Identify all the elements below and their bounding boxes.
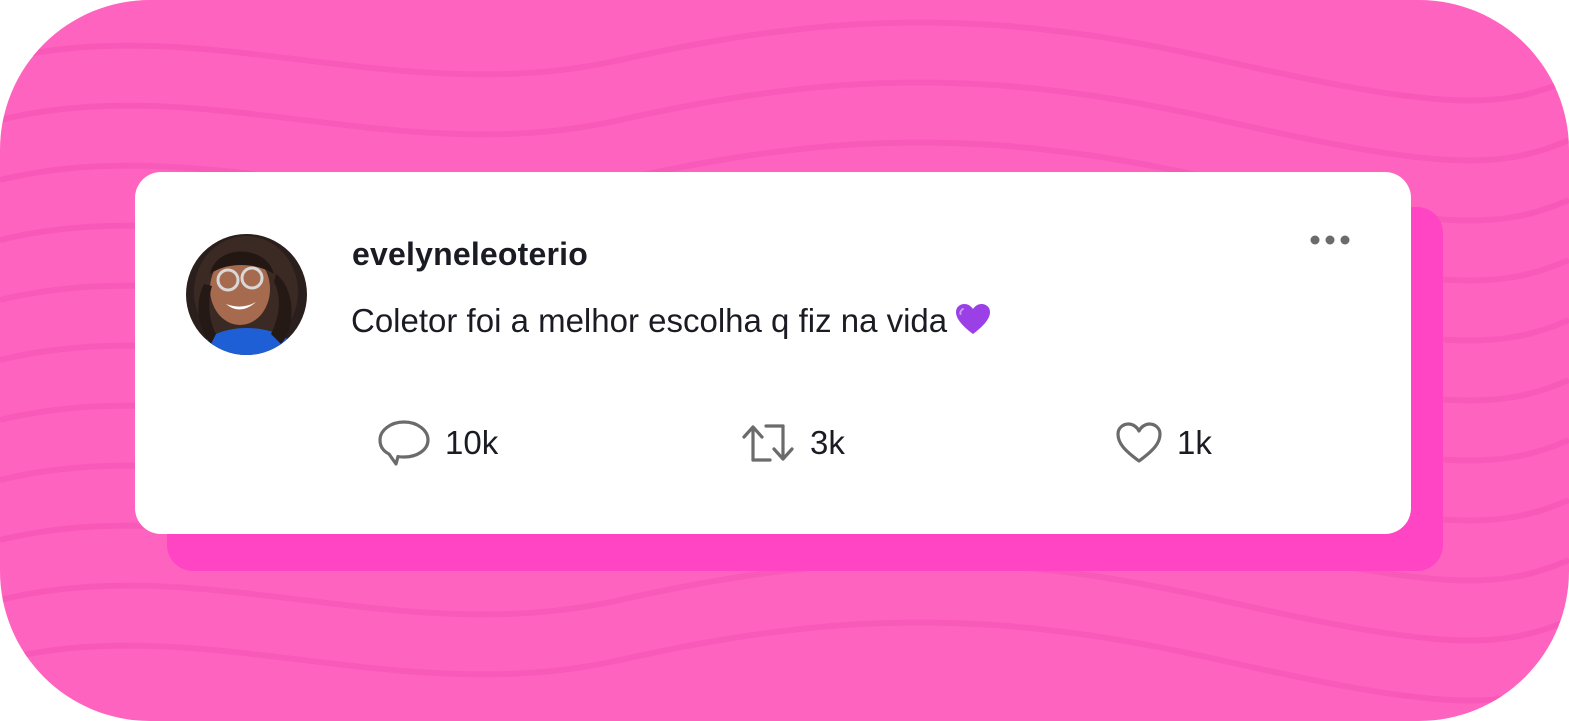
purple-heart-icon <box>955 303 991 344</box>
post-text: Coletor foi a melhor escolha q fiz na vi… <box>351 302 991 344</box>
post-text-content: Coletor foi a melhor escolha q fiz na vi… <box>351 302 948 339</box>
profile-photo <box>186 234 307 355</box>
repost-count: 3k <box>810 424 845 461</box>
reply-count: 10k <box>445 424 499 461</box>
more-options-icon <box>1310 235 1350 245</box>
pink-rounded-background: evelyneleoterio Coletor foi a melhor esc… <box>0 0 1569 721</box>
repost-button[interactable]: 3k <box>740 417 845 469</box>
username[interactable]: evelyneleoterio <box>352 236 588 273</box>
more-options-button[interactable] <box>1305 228 1355 252</box>
post-card: evelyneleoterio Coletor foi a melhor esc… <box>135 172 1411 534</box>
avatar[interactable] <box>186 234 307 355</box>
repost-icon <box>742 424 794 462</box>
reply-button[interactable]: 10k <box>377 417 498 469</box>
like-button[interactable]: 1k <box>1115 417 1212 469</box>
like-count: 1k <box>1177 424 1212 461</box>
comment-icon <box>378 420 430 466</box>
heart-icon <box>1116 422 1162 463</box>
